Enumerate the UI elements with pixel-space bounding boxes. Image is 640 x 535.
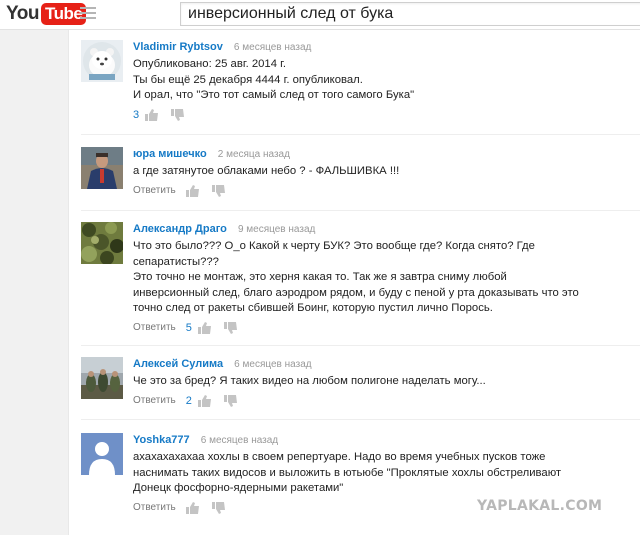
search-input[interactable]: инверсионный след от бука bbox=[180, 2, 640, 26]
comment-author[interactable]: Александр Драго bbox=[133, 223, 227, 235]
comment-time[interactable]: 6 месяцев назад bbox=[234, 42, 311, 53]
masthead: You Tube инверсионный след от бука bbox=[0, 0, 640, 30]
comment-text: а где затянутое облаками небо ? - ФАЛЬШИ… bbox=[133, 164, 640, 180]
avatar[interactable] bbox=[81, 147, 123, 189]
comment-text: Че это за бред? Я таких видео на любом п… bbox=[133, 374, 640, 390]
comment-text-line: а где затянутое облаками небо ? - ФАЛЬШИ… bbox=[133, 165, 400, 177]
youtube-logo[interactable]: You Tube bbox=[6, 2, 87, 26]
comment-text-line: Че это за бред? Я таких видео на любом п… bbox=[133, 375, 486, 387]
comment-item: Александр Драго 9 месяцев назад Что это … bbox=[81, 222, 640, 334]
comment-text-line: Что это было??? О_о Какой к черту БУК? Э… bbox=[133, 240, 535, 252]
thumbs-down-icon[interactable] bbox=[223, 321, 238, 334]
watermark: YAPLAKAL.COM bbox=[477, 498, 603, 514]
comment-text: Опубликовано: 25 авг. 2014 г. Ты бы ещё … bbox=[133, 57, 640, 104]
thumbs-down-icon[interactable] bbox=[211, 184, 226, 197]
thumbs-up-icon[interactable] bbox=[185, 184, 200, 197]
like-count: 2 bbox=[185, 394, 192, 407]
thumbs-up-icon[interactable] bbox=[145, 108, 159, 121]
comment-time[interactable]: 6 месяцев назад bbox=[234, 359, 311, 370]
avatar[interactable] bbox=[81, 433, 123, 475]
comment-text-line: И орал, что "Это тот самый след от того … bbox=[133, 89, 415, 101]
divider bbox=[81, 210, 640, 211]
comment-text-line: Это точно не монтаж, это херня какая то.… bbox=[133, 271, 507, 283]
comment-text-line: Ты бы ещё 25 декабря 4444 г. опубликовал… bbox=[133, 73, 363, 86]
comment-time[interactable]: 6 месяцев назад bbox=[201, 435, 278, 446]
reply-button[interactable]: Ответить bbox=[133, 502, 176, 513]
hamburger-menu-icon[interactable] bbox=[80, 7, 96, 21]
reply-button[interactable]: Ответить bbox=[133, 322, 176, 333]
comment-text-line: Донецк фосфорно-ядерными ракетами" bbox=[133, 482, 344, 494]
avatar[interactable] bbox=[81, 40, 123, 82]
comment-time[interactable]: 9 месяцев назад bbox=[238, 224, 315, 235]
thumbs-down-icon[interactable] bbox=[211, 501, 226, 514]
comments-section: Vladimir Rybtsov 6 месяцев назад Опублик… bbox=[68, 30, 640, 535]
thumbs-up-icon[interactable] bbox=[197, 394, 212, 407]
comment-text-line: ахахахахахаа хохлы в своем репертуаре. Н… bbox=[133, 451, 546, 463]
comment-author[interactable]: Vladimir Rybtsov bbox=[133, 41, 223, 53]
thumbs-up-icon[interactable] bbox=[185, 501, 200, 514]
comment-item: Vladimir Rybtsov 6 месяцев назад Опублик… bbox=[81, 40, 640, 121]
comment-author[interactable]: Yoshka777 bbox=[133, 434, 190, 446]
reply-button[interactable]: Ответить bbox=[133, 395, 176, 406]
thumbs-up-icon[interactable] bbox=[197, 321, 212, 334]
comment-text-line: точно след от ракеты сбившей Боинг, кото… bbox=[133, 302, 493, 314]
reply-button[interactable]: Ответить bbox=[133, 185, 176, 196]
comment-text-line: инверсионный след, благо аэродром рядом,… bbox=[133, 286, 579, 299]
comment-item: юра мишечко 2 месяца назад а где затянут… bbox=[81, 147, 640, 197]
comment-text: Что это было??? О_о Какой к черту БУК? Э… bbox=[133, 239, 640, 317]
search-input-value: инверсионный след от бука bbox=[188, 5, 394, 22]
like-count: 5 bbox=[185, 321, 192, 334]
comment-text-line: сепаратисты??? bbox=[133, 255, 219, 268]
avatar[interactable] bbox=[81, 222, 123, 264]
thumbs-down-icon[interactable] bbox=[171, 108, 185, 121]
comment-text-line: наснимать таких видосов и выложить в ють… bbox=[133, 466, 562, 479]
comment-text-line: Опубликовано: 25 авг. 2014 г. bbox=[133, 58, 287, 70]
thumbs-down-icon[interactable] bbox=[223, 394, 238, 407]
divider bbox=[81, 134, 640, 135]
divider bbox=[81, 419, 640, 420]
comment-author[interactable]: Алексей Сулима bbox=[133, 358, 223, 370]
divider bbox=[81, 345, 640, 346]
like-count: 3 bbox=[133, 108, 140, 121]
comment-item: Алексей Сулима 6 месяцев назад Че это за… bbox=[81, 357, 640, 417]
comment-author[interactable]: юра мишечко bbox=[133, 148, 207, 160]
logo-you-text: You bbox=[6, 3, 39, 24]
comment-time[interactable]: 2 месяца назад bbox=[218, 149, 290, 160]
avatar[interactable] bbox=[81, 357, 123, 399]
comment-text: ахахахахахаа хохлы в своем репертуаре. Н… bbox=[133, 450, 640, 497]
